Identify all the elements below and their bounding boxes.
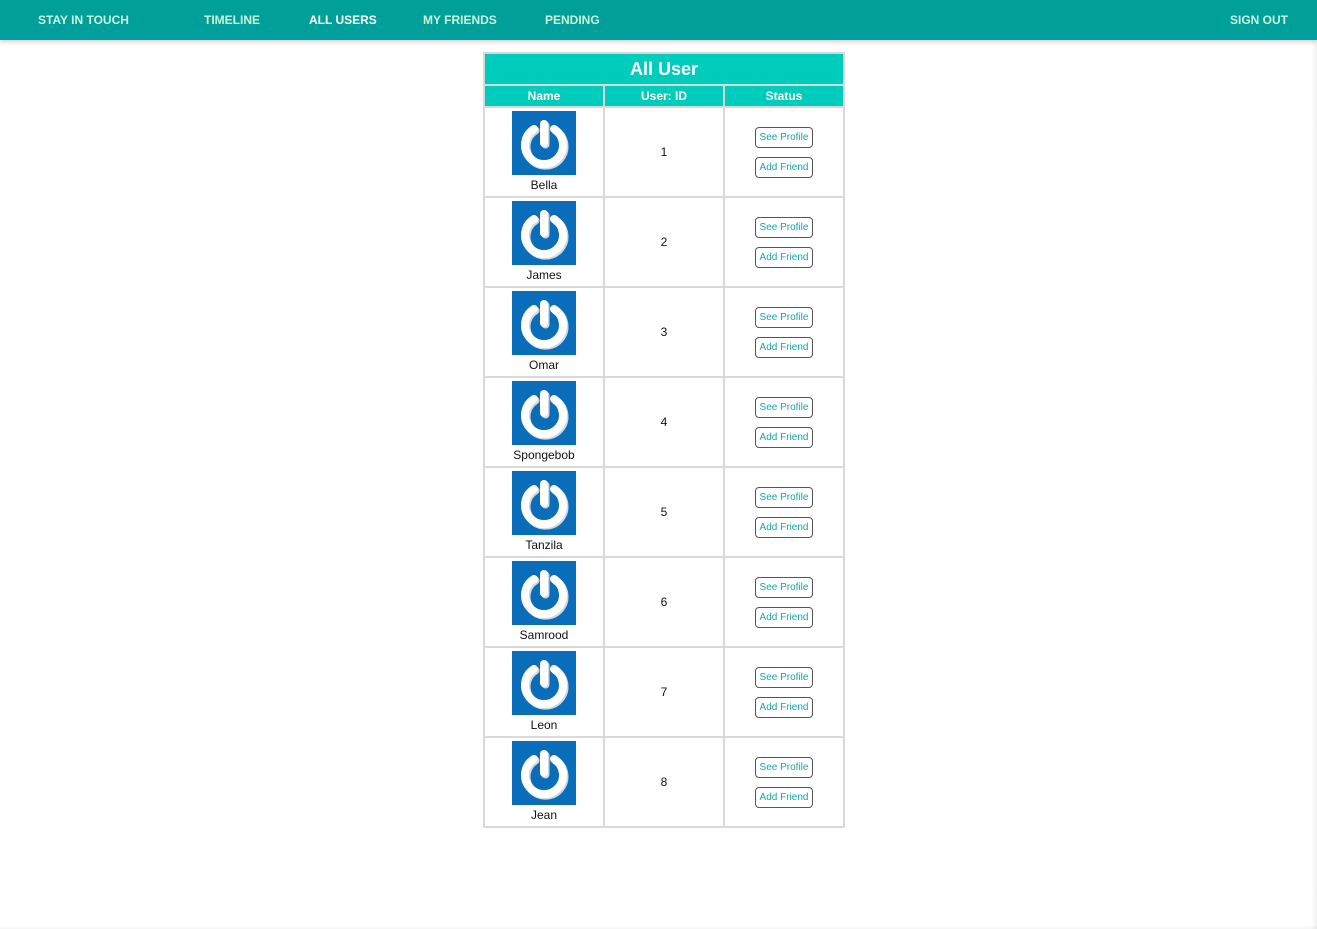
user-name-cell: James [483,196,605,288]
user-id: 7 [660,685,668,699]
user-id: 5 [660,505,668,519]
user-status-cell: See Profile Add Friend [723,466,845,558]
see-profile-button[interactable]: See Profile [754,216,814,238]
user-id-cell: 2 [603,196,725,288]
add-friend-button[interactable]: Add Friend [754,246,814,268]
user-id: 6 [660,595,668,609]
power-icon [512,471,576,535]
user-name: Spongebob [513,448,575,462]
table-row: Leon 7 See Profile Add Friend [483,646,845,738]
add-friend-button[interactable]: Add Friend [754,426,814,448]
see-profile-button[interactable]: See Profile [754,666,814,688]
add-friend-button[interactable]: Add Friend [754,696,814,718]
table-row: Tanzila 5 See Profile Add Friend [483,466,845,558]
page-bottom-shadow [0,925,1317,929]
user-name: Samrood [519,628,569,642]
page-edge-shadow [1311,40,1317,929]
add-friend-button[interactable]: Add Friend [754,336,814,358]
user-name-cell: Jean [483,736,605,828]
user-name: Jean [530,808,558,822]
user-name: Leon [530,718,558,732]
user-id: 1 [660,145,668,159]
user-name: James [526,268,562,282]
column-header-status: Status [723,84,845,108]
user-name-cell: Tanzila [483,466,605,558]
power-icon [512,291,576,355]
add-friend-button[interactable]: Add Friend [754,156,814,178]
top-navbar: STAY IN TOUCH TIMELINE ALL USERS MY FRIE… [0,0,1317,40]
user-name: Bella [530,178,558,192]
table-row: James 2 See Profile Add Friend [483,196,845,288]
user-name-cell: Samrood [483,556,605,648]
add-friend-button[interactable]: Add Friend [754,786,814,808]
user-id: 8 [660,775,668,789]
user-name-cell: Bella [483,106,605,198]
power-icon [512,651,576,715]
user-status-cell: See Profile Add Friend [723,556,845,648]
table-row: Jean 8 See Profile Add Friend [483,736,845,828]
user-id-cell: 7 [603,646,725,738]
column-header-user-id: User: ID [603,84,725,108]
table-row: Bella 1 See Profile Add Friend [483,106,845,198]
see-profile-button[interactable]: See Profile [754,126,814,148]
table-row: Omar 3 See Profile Add Friend [483,286,845,378]
nav-brand-link[interactable]: STAY IN TOUCH [38,0,129,40]
user-id-cell: 3 [603,286,725,378]
user-id-cell: 5 [603,466,725,558]
see-profile-button[interactable]: See Profile [754,306,814,328]
user-status-cell: See Profile Add Friend [723,106,845,198]
see-profile-button[interactable]: See Profile [754,576,814,598]
power-icon [512,111,576,175]
user-status-cell: See Profile Add Friend [723,196,845,288]
nav-my-friends-link[interactable]: MY FRIENDS [423,0,497,40]
nav-timeline-link[interactable]: TIMELINE [204,0,260,40]
user-id-cell: 4 [603,376,725,468]
all-users-table: All User Name User: ID Status Bella 1 Se… [483,52,845,828]
see-profile-button[interactable]: See Profile [754,756,814,778]
see-profile-button[interactable]: See Profile [754,486,814,508]
nav-pending-link[interactable]: PENDING [545,0,600,40]
user-name-cell: Leon [483,646,605,738]
table-row: Samrood 6 See Profile Add Friend [483,556,845,648]
user-name: Tanzila [525,538,563,552]
table-row: Spongebob 4 See Profile Add Friend [483,376,845,468]
user-status-cell: See Profile Add Friend [723,376,845,468]
column-header-name: Name [483,84,605,108]
user-status-cell: See Profile Add Friend [723,736,845,828]
user-status-cell: See Profile Add Friend [723,646,845,738]
add-friend-button[interactable]: Add Friend [754,606,814,628]
see-profile-button[interactable]: See Profile [754,396,814,418]
user-id-cell: 8 [603,736,725,828]
user-name-cell: Spongebob [483,376,605,468]
power-icon [512,741,576,805]
power-icon [512,561,576,625]
table-title: All User [483,52,845,86]
user-id: 2 [660,235,668,249]
power-icon [512,381,576,445]
user-name-cell: Omar [483,286,605,378]
user-id-cell: 6 [603,556,725,648]
user-rows: Bella 1 See Profile Add Friend James 2 S… [483,106,845,828]
user-id: 4 [660,415,668,429]
nav-sign-out-link[interactable]: SIGN OUT [1230,0,1288,40]
nav-all-users-link[interactable]: ALL USERS [309,0,377,40]
user-id-cell: 1 [603,106,725,198]
add-friend-button[interactable]: Add Friend [754,516,814,538]
user-name: Omar [529,358,559,372]
user-id: 3 [660,325,668,339]
user-status-cell: See Profile Add Friend [723,286,845,378]
power-icon [512,201,576,265]
